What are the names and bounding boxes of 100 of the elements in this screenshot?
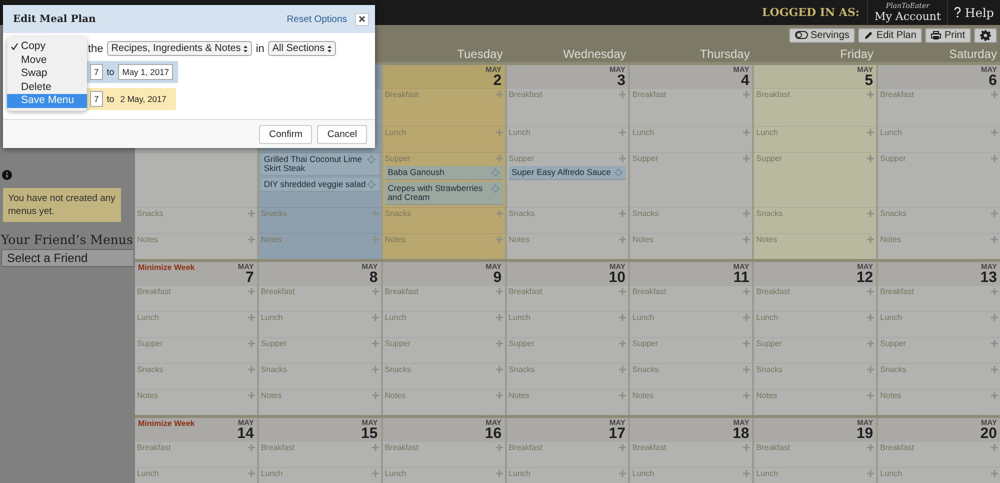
plus-icon[interactable] <box>743 155 750 162</box>
end-date-field[interactable]: May 1, 2017 <box>118 64 174 80</box>
plus-icon[interactable] <box>990 91 998 98</box>
plus-icon[interactable] <box>743 366 750 373</box>
menu-item[interactable]: Copy <box>7 40 87 54</box>
plus-icon[interactable] <box>743 129 750 136</box>
plus-icon[interactable] <box>372 470 379 477</box>
move-icon[interactable] <box>614 168 624 177</box>
move-icon[interactable] <box>366 155 376 164</box>
plus-icon[interactable] <box>248 470 255 477</box>
recipe-item[interactable]: DIY shredded veggie salad <box>260 178 379 192</box>
plus-icon[interactable] <box>743 236 750 243</box>
plus-icon[interactable] <box>619 314 626 321</box>
plus-icon[interactable] <box>867 91 874 98</box>
plus-icon[interactable] <box>743 392 750 399</box>
plus-icon[interactable] <box>496 314 503 321</box>
close-button[interactable] <box>355 12 369 26</box>
plus-icon[interactable] <box>372 314 379 321</box>
plus-icon[interactable] <box>619 340 626 347</box>
plus-icon[interactable] <box>990 444 998 451</box>
plus-icon[interactable] <box>619 155 626 162</box>
plus-icon[interactable] <box>248 444 255 451</box>
move-icon[interactable] <box>490 168 500 177</box>
plus-icon[interactable] <box>619 91 626 98</box>
confirm-button[interactable]: Confirm <box>259 124 312 144</box>
plus-icon[interactable] <box>372 236 379 243</box>
plus-icon[interactable] <box>743 288 750 295</box>
plus-icon[interactable] <box>496 392 503 399</box>
plus-icon[interactable] <box>619 444 626 451</box>
reset-options-link[interactable]: Reset Options <box>286 14 347 24</box>
plus-icon[interactable] <box>619 470 626 477</box>
plus-icon[interactable] <box>248 366 255 373</box>
plus-icon[interactable] <box>743 210 750 217</box>
minimize-week-link[interactable]: Minimize Week <box>138 263 195 285</box>
plus-icon[interactable] <box>496 288 503 295</box>
plus-icon[interactable] <box>619 236 626 243</box>
plus-icon[interactable] <box>990 314 998 321</box>
recipe-item[interactable]: Grilled Thai Coconut Lime Skirt Steak <box>260 153 379 176</box>
plus-icon[interactable] <box>372 444 379 451</box>
toolbar-button[interactable]: Servings <box>788 28 856 42</box>
plus-icon[interactable] <box>372 210 379 217</box>
plus-icon[interactable] <box>372 392 379 399</box>
plus-icon[interactable] <box>867 210 874 217</box>
plus-icon[interactable] <box>619 210 626 217</box>
cancel-button[interactable]: Cancel <box>317 124 367 144</box>
minimize-week-link[interactable]: Minimize Week <box>138 419 195 441</box>
settings-button[interactable] <box>974 28 997 42</box>
plus-icon[interactable] <box>990 210 998 217</box>
plus-icon[interactable] <box>867 288 874 295</box>
plus-icon[interactable] <box>990 129 998 136</box>
start-date-field[interactable]: 7 <box>90 91 103 107</box>
plus-icon[interactable] <box>990 366 998 373</box>
plus-icon[interactable] <box>867 314 874 321</box>
plus-icon[interactable] <box>496 444 503 451</box>
menu-item[interactable]: Swap <box>7 67 87 80</box>
account-link[interactable]: My Account <box>874 10 941 23</box>
content-select[interactable]: Recipes, Ingredients & Notes <box>107 41 252 56</box>
plus-icon[interactable] <box>743 470 750 477</box>
plus-icon[interactable] <box>248 392 255 399</box>
plus-icon[interactable] <box>496 366 503 373</box>
plus-icon[interactable] <box>619 366 626 373</box>
friend-select[interactable]: Select a Friend <box>1 249 133 267</box>
plus-icon[interactable] <box>990 236 998 243</box>
plus-icon[interactable] <box>496 210 503 217</box>
plus-icon[interactable] <box>743 444 750 451</box>
plus-icon[interactable] <box>619 392 626 399</box>
plus-icon[interactable] <box>867 444 874 451</box>
toolbar-button[interactable]: Edit Plan <box>858 28 922 42</box>
plus-icon[interactable] <box>496 91 503 98</box>
plus-icon[interactable] <box>990 392 998 399</box>
sections-select[interactable]: All Sections <box>268 41 336 56</box>
recipe-item[interactable]: Crepes with Strawberries and Cream <box>384 182 503 205</box>
plus-icon[interactable] <box>248 288 255 295</box>
plus-icon[interactable] <box>248 236 255 243</box>
recipe-item[interactable]: Super Easy Alfredo Sauce <box>508 166 626 180</box>
plus-icon[interactable] <box>248 210 255 217</box>
plus-icon[interactable] <box>867 392 874 399</box>
plus-icon[interactable] <box>619 129 626 136</box>
plus-icon[interactable] <box>372 366 379 373</box>
plus-icon[interactable] <box>248 340 255 347</box>
plus-icon[interactable] <box>990 340 998 347</box>
menu-item[interactable]: Move <box>7 54 87 67</box>
plus-icon[interactable] <box>867 236 874 243</box>
move-icon[interactable] <box>366 180 376 189</box>
start-date-field[interactable]: 7 <box>90 64 103 80</box>
recipe-item[interactable]: Baba Ganoush <box>384 166 503 180</box>
plus-icon[interactable] <box>496 236 503 243</box>
plus-icon[interactable] <box>990 288 998 295</box>
move-icon[interactable] <box>490 184 500 193</box>
plus-icon[interactable] <box>743 340 750 347</box>
info-icon[interactable] <box>2 170 12 180</box>
plus-icon[interactable] <box>990 470 998 477</box>
plus-icon[interactable] <box>248 314 255 321</box>
plus-icon[interactable] <box>372 288 379 295</box>
plus-icon[interactable] <box>496 129 503 136</box>
plus-icon[interactable] <box>867 340 874 347</box>
plus-icon[interactable] <box>743 314 750 321</box>
plus-icon[interactable] <box>619 288 626 295</box>
plus-icon[interactable] <box>496 155 503 162</box>
plus-icon[interactable] <box>372 340 379 347</box>
